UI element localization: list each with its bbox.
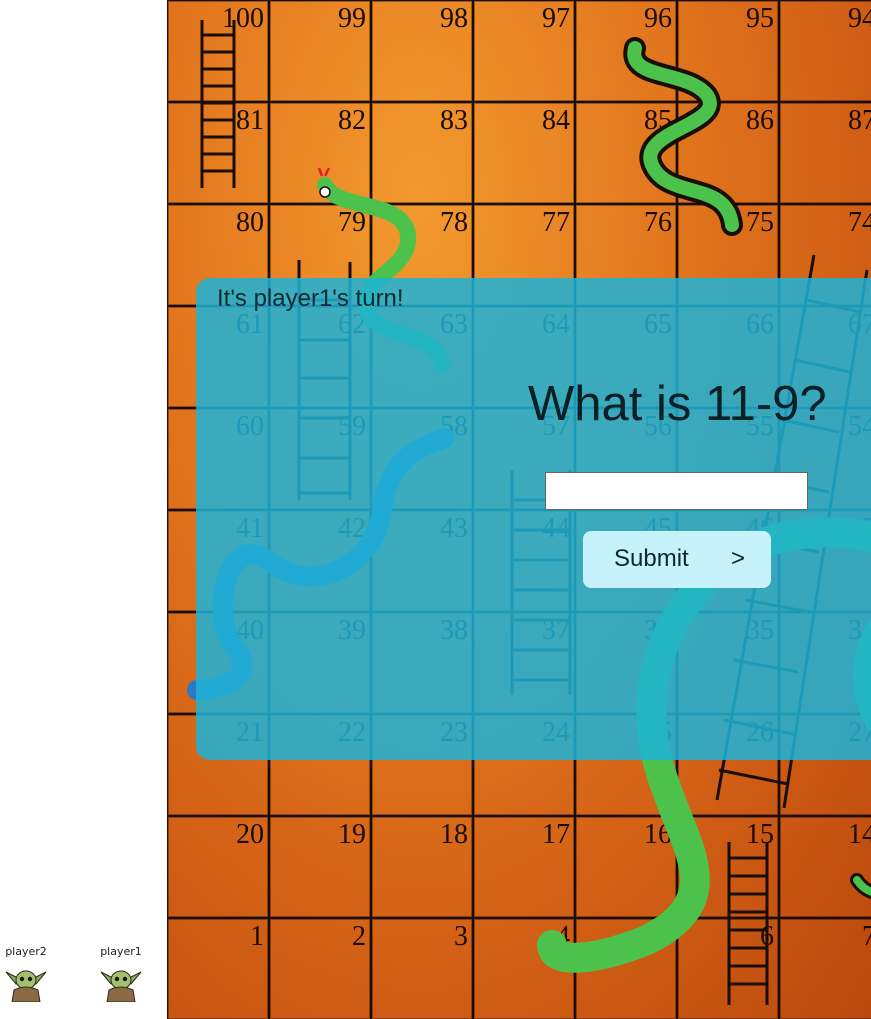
board-cell: 14 [779,816,871,918]
cell-number: 82 [338,105,366,136]
board-cell: 18 [371,816,473,918]
board-cell: 83 [371,102,473,204]
board-cell: 81 [167,102,269,204]
cell-number: 18 [440,819,468,850]
question-dialog: It's player1's turn! What is 11-9? Submi… [196,278,871,760]
player-token-player2: player2 [0,945,54,1002]
board-cell: 97 [473,0,575,102]
cell-number: 19 [338,819,366,850]
cell-number: 76 [644,207,672,238]
cell-number: 98 [440,3,468,34]
cell-number: 79 [338,207,366,238]
board-cell: 1 [167,918,269,1019]
board-cell: 6 [677,918,779,1019]
turn-indicator: It's player1's turn! [217,285,404,312]
board-cell: 15 [677,816,779,918]
player-tray: player2 player1 [0,945,168,1019]
submit-label: Submit [614,545,689,572]
cell-number: 1 [250,921,264,952]
cell-number: 83 [440,105,468,136]
board-cell: 82 [269,102,371,204]
cell-number: 16 [644,819,672,850]
cell-number: 6 [760,921,774,952]
cell-number: 81 [236,105,264,136]
player-token-player1: player1 [93,945,149,1002]
board-cell: 94 [779,0,871,102]
board-cell: 95 [677,0,779,102]
answer-input[interactable] [545,472,808,510]
yoda-avatar-icon [100,970,142,1002]
board-cell: 84 [473,102,575,204]
board-cell: 98 [371,0,473,102]
cell-number: 96 [644,3,672,34]
board-cell: 20 [167,816,269,918]
board-cell: 86 [677,102,779,204]
board-cell: 96 [575,0,677,102]
cell-number: 94 [848,3,871,34]
cell-number: 74 [848,207,871,238]
board-cell: 85 [575,102,677,204]
cell-number: 20 [236,819,264,850]
cell-number: 85 [644,105,672,136]
cell-number: 2 [352,921,366,952]
cell-number: 99 [338,3,366,34]
board-cell: 3 [371,918,473,1019]
board-cell: 4 [473,918,575,1019]
player-name: player2 [5,945,47,958]
cell-number: 3 [454,921,468,952]
cell-number: 97 [542,3,570,34]
cell-number: 87 [848,105,871,136]
cell-number: 86 [746,105,774,136]
cell-number: 75 [746,207,774,238]
cell-number: 17 [542,819,570,850]
cell-number: 7 [862,921,871,952]
player-name: player1 [100,945,142,958]
cell-number: 84 [542,105,570,136]
board-cell: 16 [575,816,677,918]
cell-number: 15 [746,819,774,850]
cell-number: 78 [440,207,468,238]
board-cell: 7 [779,918,871,1019]
cell-number: 4 [556,921,570,952]
cell-number: 80 [236,207,264,238]
submit-arrow-icon: > [731,545,746,572]
board-cell: 100 [167,0,269,102]
yoda-avatar-icon [5,970,47,1002]
board-cell: 17 [473,816,575,918]
cell-number: 14 [848,819,871,850]
cell-number: 95 [746,3,774,34]
board-cell: 5 [575,918,677,1019]
cell-number: 5 [658,921,672,952]
cell-number: 77 [542,207,570,238]
board-cell: 99 [269,0,371,102]
submit-button[interactable]: Submit > [583,531,771,588]
board-cell: 87 [779,102,871,204]
board-cell: 19 [269,816,371,918]
board-cell: 2 [269,918,371,1019]
cell-number: 100 [222,3,264,34]
math-question: What is 11-9? [528,377,827,431]
